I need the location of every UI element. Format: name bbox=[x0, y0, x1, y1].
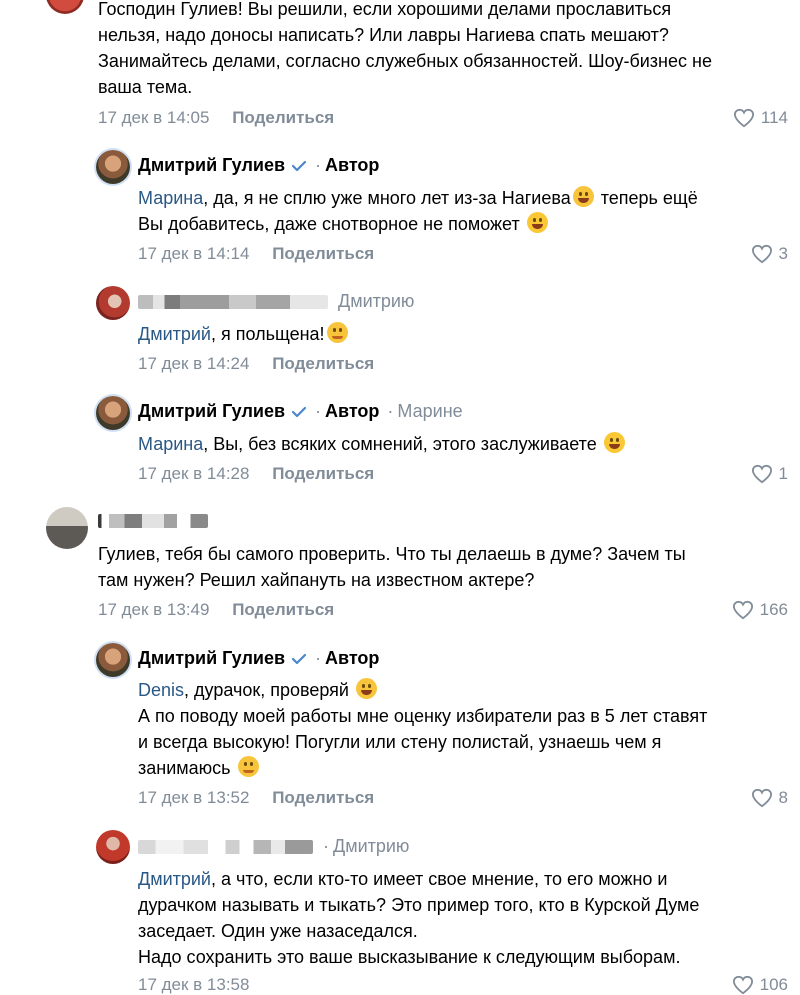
heart-icon bbox=[751, 788, 772, 808]
grin-emoji bbox=[572, 186, 594, 207]
heart-icon bbox=[732, 600, 753, 620]
author-name-redacted bbox=[98, 514, 208, 528]
comment-text: и всегда высокую! Погугли или стену поли… bbox=[138, 732, 662, 752]
reply-to[interactable]: Марине bbox=[397, 401, 462, 422]
comment-text: , я польщена! bbox=[210, 324, 325, 344]
like-button[interactable]: 106 bbox=[732, 975, 788, 995]
comment-text: заседает. Один уже назаседался. bbox=[138, 921, 418, 941]
mention-link[interactable]: Марина bbox=[138, 434, 203, 454]
like-count: 106 bbox=[759, 975, 788, 994]
avatar[interactable] bbox=[46, 0, 84, 14]
comment-text-line: Гулиев, тебя бы самого проверить. Что ты… bbox=[98, 544, 686, 564]
timestamp[interactable]: 17 дек в 14:28 bbox=[138, 464, 249, 483]
reply-to[interactable]: Дмитрию bbox=[338, 291, 414, 312]
comment-text: занимаюсь bbox=[138, 758, 236, 778]
comment-text: Надо сохранить это ваше высказывание к с… bbox=[138, 947, 681, 967]
comment-text: А по поводу моей работы мне оценку избир… bbox=[138, 706, 708, 726]
comment-text: теперь ещё bbox=[595, 188, 698, 208]
comment-text: , Вы, без всяких сомнений, этого заслужи… bbox=[203, 434, 602, 454]
like-button[interactable]: 166 bbox=[732, 600, 788, 620]
timestamp[interactable]: 17 дек в 14:24 bbox=[138, 354, 249, 373]
mention-link[interactable]: Дмитрий bbox=[138, 324, 211, 344]
heart-icon bbox=[733, 108, 754, 128]
comment-text-line: ваша тема. bbox=[98, 77, 193, 97]
heart-icon bbox=[751, 464, 772, 484]
verified-icon bbox=[291, 406, 307, 417]
timestamp[interactable]: 17 дек в 14:14 bbox=[138, 244, 249, 263]
author-badge: Автор bbox=[325, 401, 380, 421]
like-button[interactable]: 114 bbox=[733, 108, 788, 128]
avatar[interactable] bbox=[96, 396, 130, 430]
verified-icon bbox=[291, 160, 307, 171]
share-button[interactable]: Поделиться bbox=[272, 464, 374, 483]
avatar[interactable] bbox=[96, 643, 130, 677]
share-button[interactable]: Поделиться bbox=[272, 354, 374, 373]
author-name[interactable]: Дмитрий Гулиев bbox=[138, 155, 285, 176]
share-button[interactable]: Поделиться bbox=[232, 600, 334, 619]
comment-text-line: Занимайтесь делами, согласно служебных о… bbox=[98, 51, 712, 71]
verified-icon bbox=[291, 653, 307, 664]
comment-text: , а что, если кто-то имеет свое мнение, … bbox=[210, 869, 668, 889]
timestamp[interactable]: 17 дек в 13:49 bbox=[98, 600, 209, 619]
avatar[interactable] bbox=[96, 150, 130, 184]
mention-link[interactable]: Марина bbox=[138, 188, 203, 208]
like-button[interactable]: 1 bbox=[751, 464, 788, 484]
author-name-redacted bbox=[138, 839, 313, 854]
author-name-redacted bbox=[138, 294, 328, 309]
mention-link[interactable]: Denis bbox=[138, 680, 184, 700]
reply-to[interactable]: Дмитрию bbox=[333, 836, 409, 857]
like-button[interactable]: 3 bbox=[751, 244, 788, 264]
comment-text-line: Господин Гулиев! Вы решили, если хорошим… bbox=[98, 0, 672, 19]
like-button[interactable]: 8 bbox=[751, 788, 788, 808]
author-badge: Автор bbox=[325, 155, 380, 175]
share-button[interactable]: Поделиться bbox=[232, 108, 334, 127]
timestamp[interactable]: 17 дек в 13:58 bbox=[138, 975, 249, 994]
like-count: 166 bbox=[759, 600, 788, 619]
author-name[interactable]: Дмитрий Гулиев bbox=[138, 648, 285, 669]
like-count: 8 bbox=[778, 788, 788, 807]
timestamp[interactable]: 17 дек в 14:05 bbox=[98, 108, 209, 127]
joy-emoji bbox=[526, 212, 548, 233]
avatar[interactable] bbox=[96, 286, 130, 320]
like-count: 3 bbox=[778, 244, 788, 263]
mention-link[interactable]: Дмитрий bbox=[138, 869, 211, 889]
comment-text: , дурачок, проверяй bbox=[184, 680, 354, 700]
comment-text: дурачком называть и тыкать? Это пример т… bbox=[138, 895, 700, 915]
like-count: 114 bbox=[760, 108, 788, 127]
avatar[interactable] bbox=[96, 830, 130, 864]
heart-icon bbox=[751, 244, 772, 264]
comment-text: , да, я не сплю уже много лет из-за Наги… bbox=[203, 188, 571, 208]
comment-text-line: нельзя, надо доносы написать? Или лавры … bbox=[98, 25, 669, 45]
heart-icon bbox=[732, 975, 753, 995]
smile-emoji bbox=[326, 322, 348, 343]
wink-emoji bbox=[237, 756, 259, 777]
author-badge: Автор bbox=[325, 648, 380, 668]
share-button[interactable]: Поделиться bbox=[272, 788, 374, 807]
timestamp[interactable]: 17 дек в 13:52 bbox=[138, 788, 249, 807]
like-count: 1 bbox=[778, 464, 788, 483]
share-button[interactable]: Поделиться bbox=[272, 244, 374, 263]
joy-emoji bbox=[603, 432, 625, 453]
grin-emoji bbox=[355, 678, 377, 699]
comment-text-line: там нужен? Решил хайпануть на известном … bbox=[98, 570, 535, 590]
avatar[interactable] bbox=[46, 507, 88, 549]
comment-text: Вы добавитесь, даже снотворное не поможе… bbox=[138, 214, 525, 234]
author-name[interactable]: Дмитрий Гулиев bbox=[138, 401, 285, 422]
